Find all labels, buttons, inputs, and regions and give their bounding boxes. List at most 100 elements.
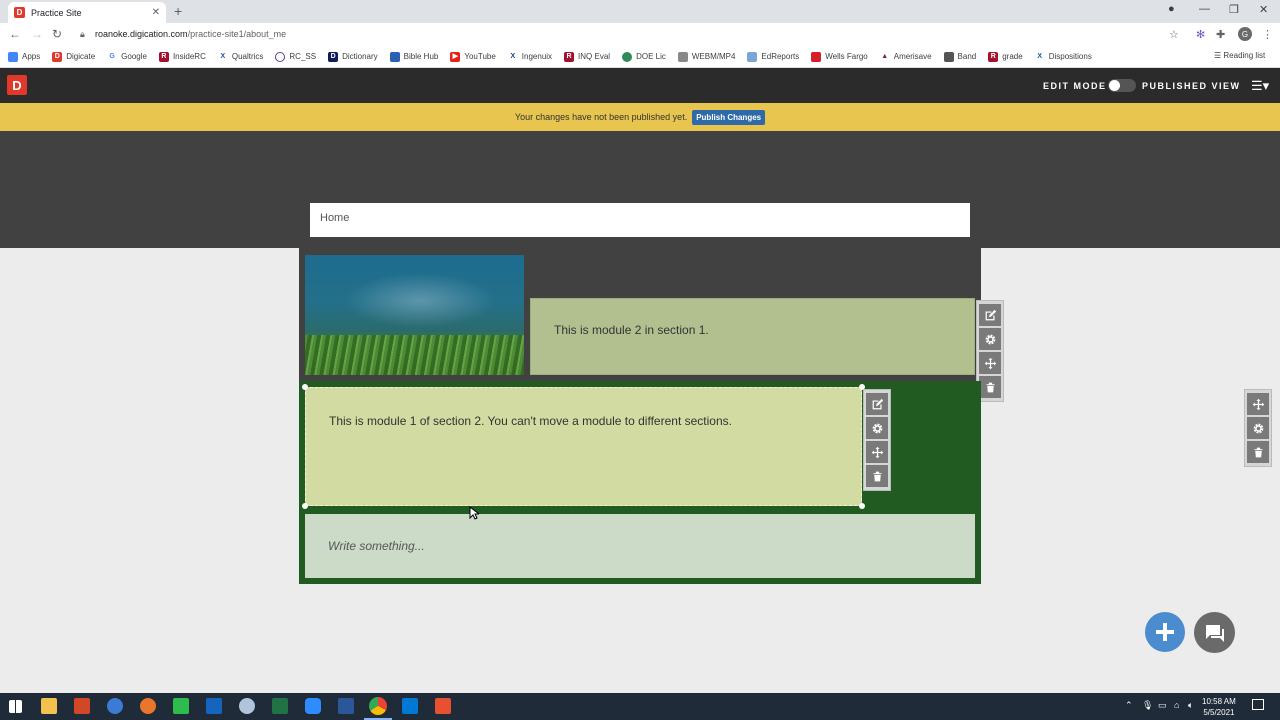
bookmark-rc-ss[interactable]: RC_SS — [275, 51, 316, 62]
bookmark-youtube[interactable]: ▶ YouTube — [450, 51, 496, 62]
chrome-menu-icon[interactable]: ⋮ — [1262, 28, 1273, 41]
bookmark-edreports[interactable]: EdReports — [747, 51, 799, 62]
published-view-label: PUBLISHED VIEW — [1142, 81, 1241, 91]
new-tab-button[interactable]: + — [174, 3, 182, 19]
forward-button[interactable]: → — [31, 27, 43, 41]
bookmark-wells-fargo[interactable]: Wells Fargo — [811, 51, 868, 62]
bookmark-band[interactable]: Band — [943, 51, 976, 62]
settings-gear-icon[interactable] — [1247, 417, 1269, 439]
delete-trash-icon[interactable] — [1247, 441, 1269, 463]
breadcrumb[interactable]: Home — [310, 203, 970, 237]
system-clock[interactable]: 10:58 AM 5/5/2021 — [1202, 696, 1236, 718]
bookmark-grade[interactable]: Rgrade — [988, 51, 1023, 62]
move-arrows-icon[interactable] — [979, 352, 1001, 374]
bookmark-qualtrics[interactable]: X Qualtrics — [217, 51, 263, 62]
wells-fargo-icon — [811, 51, 822, 62]
word-icon[interactable] — [338, 698, 354, 714]
tray-chevron-icon[interactable]: ⌃ — [1125, 700, 1133, 711]
back-button[interactable]: ← — [9, 27, 21, 41]
windows-start-icon[interactable] — [9, 700, 22, 713]
settings-gear-icon[interactable] — [979, 328, 1001, 350]
minimize-button[interactable]: — — [1199, 3, 1210, 15]
bookmark-dispositions[interactable]: X Dispositions — [1034, 51, 1092, 62]
store-icon[interactable] — [206, 698, 222, 714]
record-icon[interactable]: ● — [1168, 3, 1175, 15]
hamburger-menu-icon[interactable]: ☰▾ — [1251, 78, 1269, 94]
reload-button[interactable]: ↻ — [52, 27, 62, 41]
dictionary-icon: D — [328, 51, 339, 62]
reading-list-icon: ☰ — [1214, 51, 1224, 60]
powerpoint-icon[interactable] — [74, 698, 90, 714]
browser-icon[interactable] — [107, 698, 123, 714]
bookmark-google[interactable]: G Google — [107, 51, 147, 62]
settings-gear-icon[interactable] — [866, 417, 888, 439]
bible-hub-icon — [389, 51, 400, 62]
camtasia-icon[interactable] — [173, 698, 189, 714]
file-icon — [677, 51, 688, 62]
lock-icon[interactable]: 🔒︎ — [80, 29, 85, 40]
underwater-image[interactable] — [305, 255, 524, 375]
module-1-toolbar — [863, 389, 891, 491]
microphone-icon[interactable]: 🎙︎ — [1142, 700, 1153, 711]
bookmark-digicate[interactable]: D Digicate — [52, 51, 95, 62]
profile-avatar[interactable]: G — [1238, 27, 1252, 41]
module-2-text[interactable]: This is module 2 in section 1. — [530, 298, 975, 375]
publish-changes-button[interactable]: Publish Changes — [692, 109, 766, 125]
chat-icon — [1205, 624, 1224, 642]
notice-text: Your changes have not been published yet… — [514, 112, 688, 122]
digication-logo[interactable]: D — [7, 75, 27, 95]
chat-button[interactable] — [1194, 612, 1235, 653]
excel-icon[interactable] — [272, 698, 288, 714]
zoom-icon[interactable] — [305, 698, 321, 714]
google-icon: G — [107, 51, 118, 62]
notifications-icon[interactable] — [1252, 699, 1264, 710]
outlook-icon[interactable] — [402, 698, 418, 714]
bookmark-dictionary[interactable]: D Dictionary — [328, 51, 378, 62]
network-icon[interactable]: ⌂ — [1174, 700, 1179, 710]
bookmark-apps[interactable]: Apps — [8, 51, 40, 62]
resize-handle[interactable] — [302, 503, 308, 509]
browser-tab[interactable]: D Practice Site ✕ — [8, 2, 166, 23]
bookmark-doe-lic[interactable]: DOE Lic — [622, 51, 666, 62]
firefox-icon[interactable] — [140, 698, 156, 714]
move-arrows-icon[interactable] — [1247, 393, 1269, 415]
bookmark-ingenuix[interactable]: X Ingenuix — [507, 51, 552, 62]
bookmark-star-icon[interactable]: ☆ — [1169, 28, 1179, 41]
file-explorer-icon[interactable] — [41, 698, 57, 714]
bookmark-amerisave[interactable]: ▲ Amerisave — [879, 51, 932, 62]
battery-icon[interactable]: ▭ — [1158, 700, 1167, 711]
resize-handle[interactable] — [302, 384, 308, 390]
camtasia-recorder-icon[interactable] — [435, 698, 451, 714]
extensions-puzzle-icon[interactable]: ✚ — [1216, 28, 1225, 41]
close-tab-icon[interactable]: ✕ — [152, 7, 160, 18]
add-module-button[interactable] — [1145, 612, 1185, 652]
delete-trash-icon[interactable] — [979, 376, 1001, 398]
address-bar[interactable]: roanoke.digication.com/practice-site1/ab… — [95, 29, 286, 39]
mode-toggle[interactable] — [1108, 79, 1136, 92]
apps-grid-icon — [8, 51, 18, 62]
edit-icon[interactable] — [866, 393, 888, 415]
empty-text-module[interactable]: Write something... — [305, 514, 975, 578]
reading-list[interactable]: ☰ Reading list — [1214, 51, 1265, 60]
close-window-button[interactable]: ✕ — [1259, 3, 1268, 16]
chrome-icon[interactable] — [369, 697, 387, 715]
mouse-cursor — [469, 505, 481, 525]
roanoke-icon: R — [158, 51, 169, 62]
move-arrows-icon[interactable] — [866, 441, 888, 463]
amerisave-icon: ▲ — [879, 51, 890, 62]
url-host: roanoke.digication.com — [95, 29, 188, 39]
module-1-text[interactable]: This is module 1 of section 2. You can't… — [305, 387, 862, 506]
qualtrics-icon: X — [217, 51, 228, 62]
resize-handle[interactable] — [859, 503, 865, 509]
volume-icon[interactable]: 🔈︎ — [1188, 700, 1193, 711]
bookmark-insiderc[interactable]: R InsideRC — [158, 51, 206, 62]
tab-title: Practice Site — [31, 7, 82, 18]
delete-trash-icon[interactable] — [866, 465, 888, 487]
bookmark-inq-eval[interactable]: R INQ Eval — [564, 51, 610, 62]
snip-icon[interactable] — [239, 698, 255, 714]
restore-button[interactable]: ❐ — [1229, 3, 1239, 16]
bookmark-webm-mp4[interactable]: WEBM/MP4 — [677, 51, 735, 62]
extension-icon[interactable]: ✻ — [1196, 28, 1205, 41]
bookmark-bible-hub[interactable]: Bible Hub — [389, 51, 438, 62]
edit-icon[interactable] — [979, 304, 1001, 326]
